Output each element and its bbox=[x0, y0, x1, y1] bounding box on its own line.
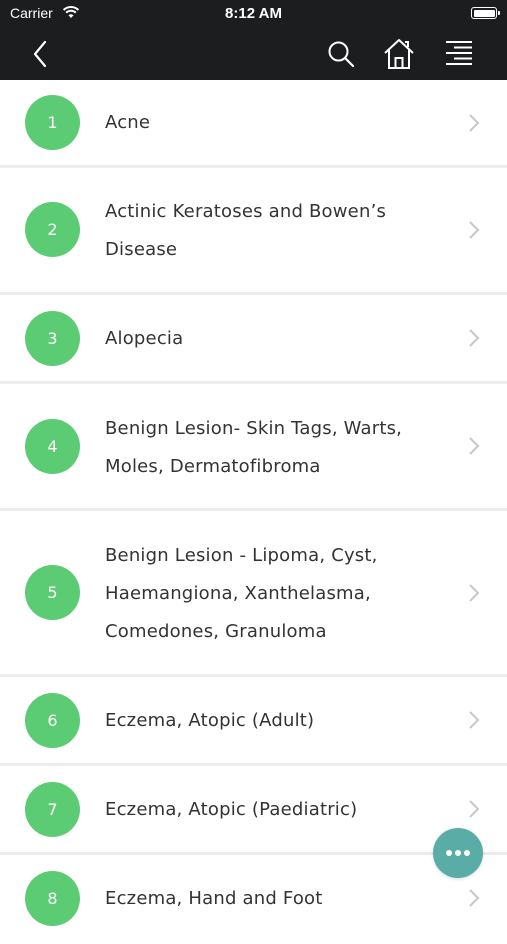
list-item[interactable]: 2 Actinic Keratoses and Bowen’s Disease bbox=[0, 168, 507, 295]
search-button[interactable] bbox=[320, 28, 362, 80]
list-item[interactable]: 6 Eczema, Atopic (Adult) bbox=[0, 677, 507, 766]
back-button[interactable] bbox=[22, 28, 58, 80]
status-bar: Carrier 8:12 AM bbox=[0, 0, 507, 28]
clock: 8:12 AM bbox=[225, 5, 282, 22]
item-title: Benign Lesion- Skin Tags, Warts, Moles, … bbox=[105, 418, 403, 477]
chevron-right-icon bbox=[469, 711, 480, 729]
item-title: Benign Lesion - Lipoma, Cyst, Haemangion… bbox=[105, 545, 378, 642]
chevron-left-icon bbox=[33, 40, 47, 68]
list-item[interactable]: 4 Benign Lesion- Skin Tags, Warts, Moles… bbox=[0, 384, 507, 511]
number-badge: 5 bbox=[25, 565, 80, 620]
item-title: Eczema, Atopic (Paediatric) bbox=[105, 799, 358, 820]
battery-icon bbox=[471, 7, 500, 19]
home-icon bbox=[384, 39, 414, 69]
search-icon bbox=[328, 41, 355, 68]
number-badge: 2 bbox=[25, 202, 80, 257]
chevron-right-icon bbox=[469, 221, 480, 239]
number-badge: 1 bbox=[25, 95, 80, 150]
number-badge: 4 bbox=[25, 419, 80, 474]
item-title: Acne bbox=[105, 112, 151, 133]
number-badge: 8 bbox=[25, 871, 80, 926]
more-dots-icon bbox=[445, 850, 472, 856]
more-options-button[interactable] bbox=[433, 828, 483, 878]
item-title: Eczema, Atopic (Adult) bbox=[105, 710, 315, 731]
list-item[interactable]: 5 Benign Lesion - Lipoma, Cyst, Haemangi… bbox=[0, 511, 507, 677]
number-badge: 6 bbox=[25, 693, 80, 748]
topic-list: 1 Acne 2 Actinic Keratoses and Bowen’s D… bbox=[0, 80, 507, 944]
align-right-menu-icon bbox=[446, 41, 472, 65]
home-button[interactable] bbox=[378, 28, 420, 80]
chevron-right-icon bbox=[469, 800, 480, 818]
number-badge: 7 bbox=[25, 782, 80, 837]
item-title: Actinic Keratoses and Bowen’s Disease bbox=[105, 201, 387, 260]
list-item[interactable]: 3 Alopecia bbox=[0, 295, 507, 384]
item-title: Eczema, Hand and Foot bbox=[105, 888, 323, 909]
chevron-right-icon bbox=[469, 584, 480, 602]
number-badge: 3 bbox=[25, 311, 80, 366]
chevron-right-icon bbox=[469, 889, 480, 907]
list-item[interactable]: 7 Eczema, Atopic (Paediatric) bbox=[0, 766, 507, 855]
chevron-right-icon bbox=[469, 329, 480, 347]
chevron-right-icon bbox=[469, 437, 480, 455]
menu-button[interactable] bbox=[438, 28, 480, 80]
list-item[interactable]: 1 Acne bbox=[0, 80, 507, 168]
item-title: Alopecia bbox=[105, 328, 184, 349]
navigation-bar bbox=[0, 28, 507, 80]
chevron-right-icon bbox=[469, 114, 480, 132]
